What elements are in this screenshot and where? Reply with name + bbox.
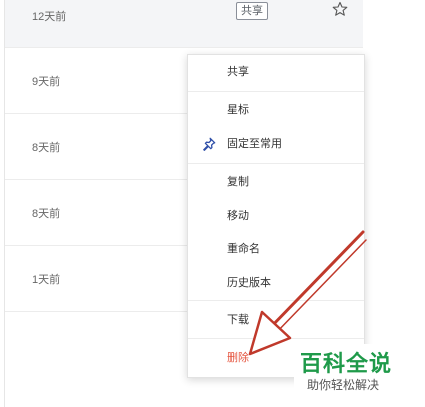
- menu-item-pin[interactable]: 固定至常用: [188, 133, 364, 155]
- menu-item-label: 重命名: [227, 243, 260, 255]
- modified-time: 12天前: [32, 10, 67, 23]
- menu-item-label: 历史版本: [227, 277, 271, 289]
- star-icon[interactable]: [332, 1, 348, 17]
- watermark: 百科全说 助你轻松解决: [294, 344, 420, 404]
- modified-time: 9天前: [32, 75, 61, 88]
- shared-badge: 共享: [236, 2, 268, 20]
- menu-item-copy[interactable]: 复制: [188, 171, 364, 193]
- context-menu: 共享 星标 固定至常用 复制 移动 重命名 历史版本 下载 删除: [187, 54, 365, 378]
- menu-divider: [188, 300, 364, 301]
- pin-icon: [203, 137, 216, 151]
- menu-item-move[interactable]: 移动: [188, 205, 364, 227]
- menu-item-download[interactable]: 下载: [188, 309, 364, 331]
- menu-item-label: 共享: [227, 66, 249, 78]
- menu-item-history[interactable]: 历史版本: [188, 272, 364, 294]
- menu-item-label: 固定至常用: [227, 138, 282, 150]
- menu-item-label: 移动: [227, 210, 249, 222]
- modified-time: 1天前: [32, 273, 61, 286]
- menu-item-label: 复制: [227, 176, 249, 188]
- menu-item-label: 下载: [227, 314, 249, 326]
- menu-item-star[interactable]: 星标: [188, 99, 364, 121]
- menu-item-rename[interactable]: 重命名: [188, 238, 364, 260]
- menu-item-label: 星标: [227, 104, 249, 116]
- menu-divider: [188, 163, 364, 164]
- modified-time: 8天前: [32, 141, 61, 154]
- menu-divider: [188, 338, 364, 339]
- menu-item-label: 删除: [227, 352, 249, 364]
- watermark-title: 百科全说: [300, 351, 393, 376]
- menu-item-share[interactable]: 共享: [188, 61, 364, 83]
- watermark-subtitle: 助你轻松解决: [307, 378, 380, 392]
- file-row[interactable]: 12天前 共享: [5, 0, 363, 48]
- menu-divider: [188, 91, 364, 92]
- modified-time: 8天前: [32, 207, 61, 220]
